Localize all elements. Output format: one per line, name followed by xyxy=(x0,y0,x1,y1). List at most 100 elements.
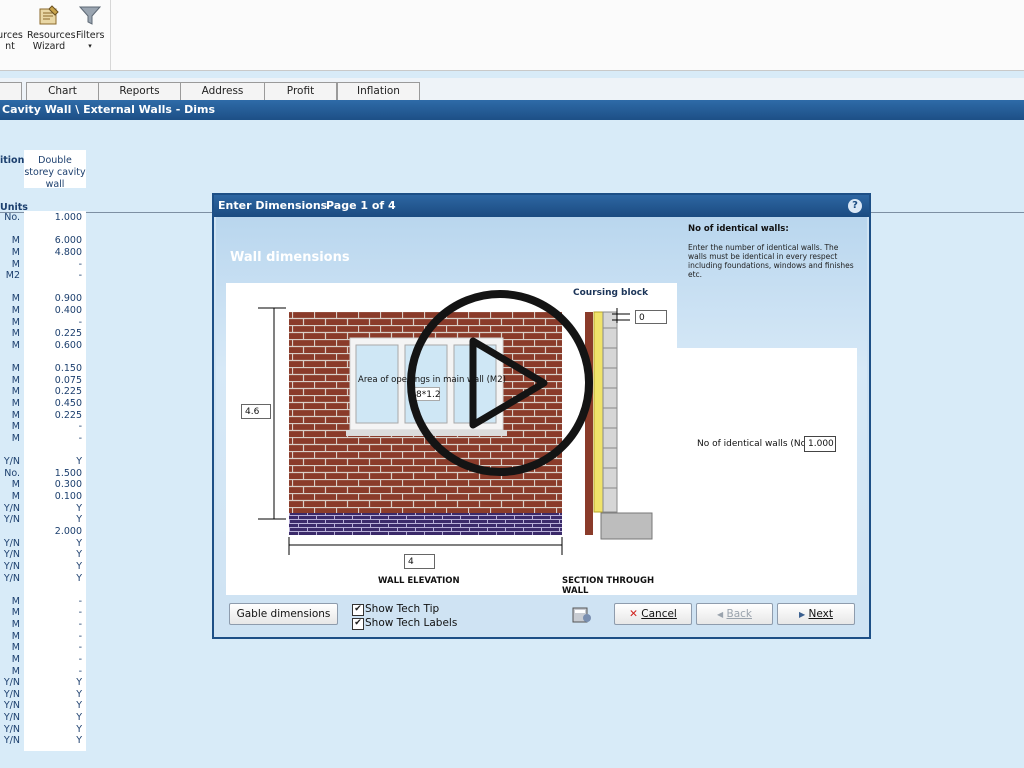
show-tech-labels-label: Show Tech Labels xyxy=(365,617,458,629)
unit-cell: M xyxy=(11,433,20,444)
next-label: Next xyxy=(808,608,833,620)
value-cell[interactable]: - xyxy=(79,631,82,642)
unit-cell: Y/N xyxy=(3,735,20,746)
value-cell[interactable]: 0.225 xyxy=(55,410,82,421)
ribbon-toolbar: urces nt Resources Wizard Filters ▾ xyxy=(0,0,1024,71)
section-foundation xyxy=(600,512,653,540)
unit-cell: M xyxy=(11,631,20,642)
value-cell[interactable]: - xyxy=(79,666,82,677)
unit-cell: Y/N xyxy=(3,724,20,735)
value-cell[interactable]: Y xyxy=(76,514,82,525)
value-cell[interactable]: 6.000 xyxy=(55,235,82,246)
value-cell[interactable]: 4.800 xyxy=(55,247,82,258)
value-cell[interactable]: - xyxy=(79,607,82,618)
value-cell[interactable]: 0.400 xyxy=(55,305,82,316)
back-button[interactable]: ◀ Back xyxy=(696,603,773,625)
tab-profit[interactable]: Profit xyxy=(264,82,337,100)
show-tech-labels-checkbox[interactable]: ✔ xyxy=(352,618,364,630)
wall-height-input[interactable]: 4.6 xyxy=(241,404,271,419)
value-cell[interactable]: 0.225 xyxy=(55,328,82,339)
values-column[interactable]: 1.000 6.000 4.800- -0.900 0.400-0.225 0.600 0.… xyxy=(24,211,86,751)
unit-cell: M xyxy=(11,305,20,316)
value-cell[interactable]: 0.150 xyxy=(55,363,82,374)
value-cell[interactable]: Y xyxy=(76,538,82,549)
value-cell[interactable]: 1.000 xyxy=(55,212,82,223)
unit-cell: M xyxy=(11,328,20,339)
value-cell[interactable]: Y xyxy=(76,724,82,735)
tech-tip-title: No of identical walls: xyxy=(688,224,789,234)
filters-button[interactable]: Filters ▾ xyxy=(76,4,104,52)
unit-cell: M xyxy=(11,398,20,409)
value-cell[interactable]: Y xyxy=(76,735,82,746)
value-cell[interactable]: Y xyxy=(76,456,82,467)
value-cell[interactable]: Y xyxy=(76,700,82,711)
value-cell[interactable]: 0.450 xyxy=(55,398,82,409)
value-cell[interactable]: Y xyxy=(76,549,82,560)
value-cell[interactable]: - xyxy=(79,619,82,630)
tab-reports[interactable]: Reports xyxy=(98,82,181,100)
tab-address[interactable]: Address xyxy=(180,82,265,100)
unit-cell: M xyxy=(11,491,20,502)
value-cell[interactable]: - xyxy=(79,270,82,281)
value-cell[interactable]: - xyxy=(79,433,82,444)
value-cell[interactable]: Y xyxy=(76,712,82,723)
wall-width-input[interactable]: 4 xyxy=(404,554,435,569)
value-cell[interactable]: Y xyxy=(76,503,82,514)
value-cell[interactable]: Y xyxy=(76,573,82,584)
value-cell[interactable]: Y xyxy=(76,689,82,700)
identical-walls-input[interactable]: 1.000 xyxy=(804,436,836,452)
unit-cell: M xyxy=(11,259,20,270)
unit-cell: M xyxy=(11,654,20,665)
value-cell[interactable]: 0.600 xyxy=(55,340,82,351)
value-cell[interactable]: 0.225 xyxy=(55,386,82,397)
value-cell[interactable]: 0.300 xyxy=(55,479,82,490)
unit-cell: M xyxy=(11,410,20,421)
unit-cell: M xyxy=(11,247,20,258)
value-cell[interactable]: - xyxy=(79,642,82,653)
value-cell[interactable]: - xyxy=(79,654,82,665)
calculator-icon[interactable] xyxy=(571,606,593,624)
value-cell[interactable]: Y xyxy=(76,561,82,572)
unit-cell: Y/N xyxy=(3,561,20,572)
value-cell[interactable]: Y xyxy=(76,677,82,688)
units-column: No. M M M M2 M M M M M M M M M M M M Y/N No. M M Y/N Y/N Y/N Y/N… xyxy=(0,121,22,768)
unit-cell: M xyxy=(11,607,20,618)
identical-walls-label: No of identical walls (No.) xyxy=(697,439,813,449)
help-icon[interactable]: ? xyxy=(848,199,862,213)
resources-icon xyxy=(0,4,22,28)
ribbon-divider xyxy=(110,0,111,70)
value-cell[interactable]: 2.000 xyxy=(55,526,82,537)
show-tech-tip-checkbox[interactable]: ✔ xyxy=(352,604,364,616)
value-cell[interactable]: - xyxy=(79,421,82,432)
resources-button[interactable]: urces nt xyxy=(0,4,24,52)
cancel-label: Cancel xyxy=(641,608,677,620)
tab-bar: Chart Reports Address Profit Inflation xyxy=(0,78,1024,101)
enter-dimensions-dialog: Enter Dimensions Page 1 of 4 ? Wall dime… xyxy=(212,193,871,639)
wall-elevation-caption: WALL ELEVATION xyxy=(378,576,460,586)
unit-cell: M xyxy=(11,596,20,607)
next-button[interactable]: ▶ Next xyxy=(777,603,855,625)
wall-plinth xyxy=(289,513,562,535)
value-cell[interactable]: - xyxy=(79,259,82,270)
value-cell[interactable]: - xyxy=(79,596,82,607)
unit-cell: Y/N xyxy=(3,549,20,560)
value-cell[interactable]: 0.900 xyxy=(55,293,82,304)
unit-cell: M xyxy=(11,386,20,397)
value-cell[interactable]: 0.100 xyxy=(55,491,82,502)
resources-label: urces xyxy=(0,30,23,41)
resources-wizard-button[interactable]: Resources Wizard xyxy=(27,4,76,52)
tab-partial[interactable] xyxy=(0,82,22,100)
cancel-button[interactable]: ✕ Cancel xyxy=(614,603,692,625)
coursing-block-input[interactable]: 0 xyxy=(635,310,667,324)
cancel-icon: ✕ xyxy=(629,608,638,620)
unit-cell: M xyxy=(11,666,20,677)
tab-chart[interactable]: Chart xyxy=(26,82,99,100)
unit-cell: M xyxy=(11,421,20,432)
value-cell[interactable]: 1.500 xyxy=(55,468,82,479)
play-overlay-icon[interactable] xyxy=(406,289,594,477)
tab-inflation[interactable]: Inflation xyxy=(337,82,420,100)
gable-dimensions-button[interactable]: Gable dimensions xyxy=(229,603,338,625)
value-cell[interactable]: - xyxy=(79,317,82,328)
unit-cell: M xyxy=(11,363,20,374)
value-cell[interactable]: 0.075 xyxy=(55,375,82,386)
